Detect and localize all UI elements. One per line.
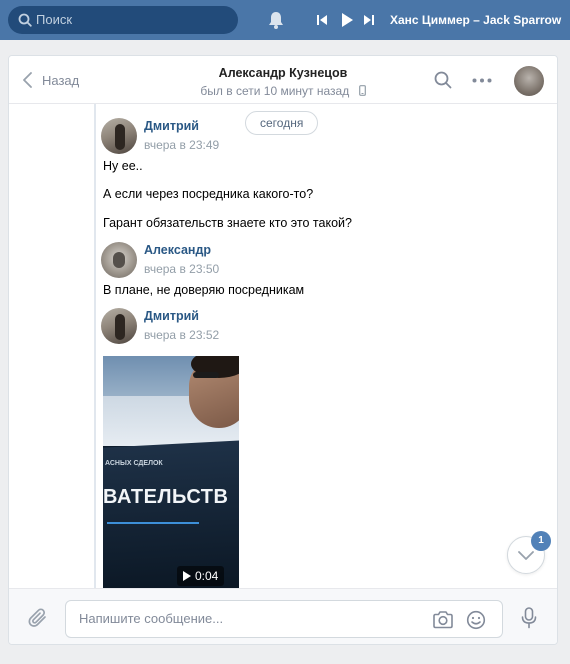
search-box[interactable]: Поиск (8, 6, 238, 34)
message-placeholder: Напишите сообщение... (79, 611, 224, 626)
avatar[interactable] (101, 118, 137, 154)
mobile-icon (358, 85, 366, 96)
top-bar: Поиск Ханс Циммер – Jack Sparrow (0, 0, 570, 40)
video-attachment[interactable]: АСНЫХ СДЕЛОК ВАТЕЛЬСТВ 0:04 (103, 356, 239, 588)
date-separator: сегодня (245, 111, 319, 135)
message-text: А если через посредника какого-то? (103, 187, 314, 201)
next-track-icon[interactable] (363, 13, 375, 27)
message-time[interactable]: вчера в 23:50 (144, 262, 219, 276)
play-icon (183, 571, 191, 581)
previous-track-icon[interactable] (316, 13, 328, 27)
bell-icon[interactable] (266, 10, 286, 30)
video-caption-line (107, 522, 199, 524)
message-author[interactable]: Дмитрий (144, 309, 199, 323)
last-seen-text: был в сети 10 минут назад (200, 84, 350, 98)
message-text: В плане, не доверяю посредникам (103, 283, 305, 297)
message-text: Ну ее.. (103, 159, 143, 173)
message-author[interactable]: Дмитрий (144, 119, 199, 133)
chat-panel: Назад Александр Кузнецов был в сети 10 м… (8, 55, 558, 645)
chat-status: был в сети 10 минут назад (9, 84, 557, 98)
video-frame-glasses (193, 372, 219, 378)
message-time[interactable]: вчера в 23:52 (144, 328, 219, 342)
contact-avatar[interactable] (514, 66, 544, 96)
avatar[interactable] (101, 308, 137, 344)
emoji-icon[interactable] (466, 610, 486, 630)
camera-icon[interactable] (432, 610, 454, 630)
video-caption-small: АСНЫХ СДЕЛОК (105, 460, 163, 467)
play-icon[interactable] (340, 13, 354, 27)
chat-header: Назад Александр Кузнецов был в сети 10 м… (9, 56, 557, 104)
message-time[interactable]: вчера в 23:49 (144, 138, 219, 152)
search-icon (18, 13, 32, 27)
chevron-down-icon (518, 550, 534, 560)
message-composer: Напишите сообщение... (9, 588, 557, 644)
now-playing-track[interactable]: Ханс Циммер – Jack Sparrow (390, 13, 561, 27)
avatar[interactable] (101, 242, 137, 278)
unread-count-badge: 1 (531, 531, 551, 551)
attach-icon[interactable] (27, 607, 49, 629)
video-duration: 0:04 (177, 566, 225, 586)
video-duration-text: 0:04 (195, 569, 219, 583)
video-caption-big: ВАТЕЛЬСТВ (103, 486, 229, 508)
message-author[interactable]: Александр (144, 243, 211, 257)
unread-marker-line (94, 104, 96, 588)
microphone-icon[interactable] (521, 607, 537, 629)
message-input[interactable]: Напишите сообщение... (65, 600, 503, 638)
more-icon[interactable] (472, 78, 492, 83)
search-placeholder: Поиск (36, 12, 73, 27)
search-in-chat-icon[interactable] (434, 71, 452, 89)
message-text: Гарант обязательств знаете кто это такой… (103, 216, 352, 230)
